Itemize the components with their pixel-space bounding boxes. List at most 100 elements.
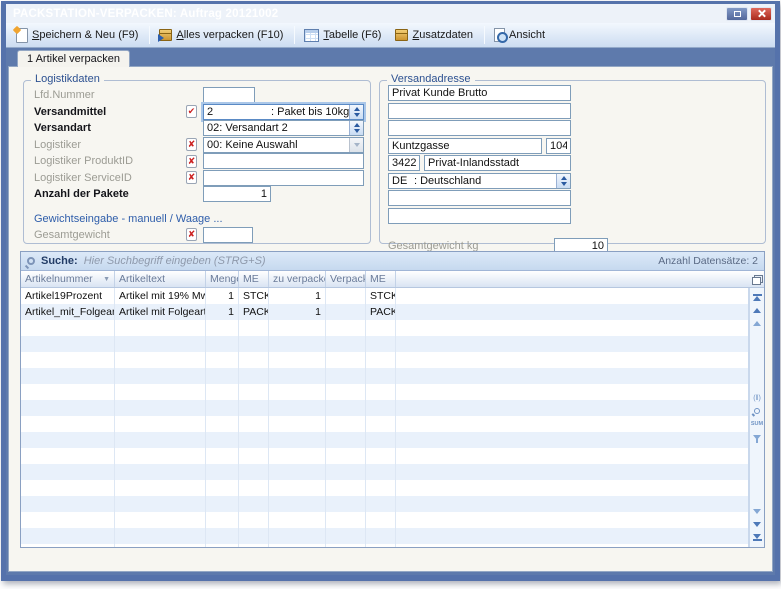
produktid-input[interactable] bbox=[203, 153, 364, 169]
extra-data-label: Zusatzdaten bbox=[412, 29, 473, 41]
gesamtgewicht-input[interactable] bbox=[203, 227, 253, 243]
cell-me1: STCK bbox=[239, 288, 269, 304]
gesamtgewicht-kg-label: Gesamtgewicht kg bbox=[388, 240, 554, 252]
page-down-icon[interactable] bbox=[753, 518, 761, 531]
summary-icon[interactable]: SUM bbox=[751, 418, 763, 431]
country-text: : Deutschland bbox=[414, 175, 481, 187]
spinner-icon[interactable] bbox=[349, 121, 363, 135]
last-row-icon[interactable] bbox=[753, 531, 762, 544]
filter-icon[interactable] bbox=[753, 431, 761, 444]
restore-button[interactable] bbox=[726, 7, 748, 21]
field-anzahl-pakete: Anzahl der Pakete bbox=[24, 186, 370, 203]
column-header-artikelnummer[interactable]: Artikelnummer ▼ bbox=[21, 271, 115, 287]
close-icon bbox=[757, 9, 766, 18]
groupbox-title: Versandadresse bbox=[387, 73, 475, 85]
lfd-nummer-input[interactable] bbox=[203, 87, 255, 103]
column-chooser-icon[interactable] bbox=[748, 271, 764, 287]
column-header-me1[interactable]: ME bbox=[239, 271, 269, 287]
spinner-icon[interactable] bbox=[349, 105, 363, 119]
view-button[interactable]: Ansicht bbox=[488, 25, 553, 45]
field-produktid: Logistiker ProduktID ✘ bbox=[24, 153, 370, 170]
versandmittel-code: 2 bbox=[207, 106, 213, 118]
view-label: Ansicht bbox=[509, 29, 545, 41]
table-button[interactable]: Tabelle (F6) bbox=[298, 26, 389, 45]
gesamtgewicht-label: Gesamtgewicht bbox=[34, 229, 186, 241]
versandmittel-label: Versandmittel bbox=[34, 106, 186, 118]
extra-data-button[interactable]: Zusatzdaten bbox=[389, 26, 481, 44]
page-up-icon[interactable] bbox=[753, 304, 761, 317]
pack-all-label: Alles verpacken (F10) bbox=[176, 29, 283, 41]
sort-desc-icon: ▼ bbox=[103, 276, 110, 283]
pack-all-button[interactable]: Alles verpacken (F10) bbox=[153, 26, 291, 44]
clear-x-icon[interactable]: ✘ bbox=[186, 171, 197, 184]
logistiker-dropdown[interactable]: 00: Keine Auswahl bbox=[203, 137, 364, 153]
address-extra1-input[interactable] bbox=[388, 190, 571, 206]
pack-box-icon bbox=[159, 29, 172, 41]
record-count-label: Anzahl Datensätze: 2 bbox=[658, 255, 758, 267]
address-housenr-input[interactable] bbox=[546, 138, 571, 154]
prev-row-icon[interactable] bbox=[753, 317, 761, 330]
table-row[interactable]: Artikel_mit_Folgeartikel Artikel mit Fol… bbox=[21, 304, 748, 320]
table-row-empty bbox=[21, 400, 748, 416]
search-label: Suche: bbox=[41, 255, 78, 267]
tab-artikel-verpacken[interactable]: 1 Artikel verpacken bbox=[17, 50, 130, 67]
app-window: PACKSTATION-VERPACKEN: Auftrag 20121002 … bbox=[1, 1, 780, 581]
search-row-icon[interactable] bbox=[754, 405, 760, 418]
produktid-label: Logistiker ProduktID bbox=[34, 155, 186, 167]
versandart-combo[interactable]: 02: Versandart 2 bbox=[203, 120, 364, 136]
address-street-input[interactable] bbox=[388, 138, 542, 154]
address-city-input[interactable] bbox=[424, 155, 571, 171]
next-row-icon[interactable] bbox=[753, 505, 761, 518]
table-row[interactable]: Artikel19Prozent Artikel mit 19% MwSt. 1… bbox=[21, 288, 748, 304]
clear-x-icon[interactable]: ✘ bbox=[186, 138, 197, 151]
cell-me2: PACK bbox=[366, 304, 396, 320]
serviceid-input[interactable] bbox=[203, 170, 364, 186]
cell-artikeltext: Artikel mit Folgeartikel bbox=[115, 304, 206, 320]
article-grid: Suche: Hier Suchbegriff eingeben (STRG+S… bbox=[20, 251, 765, 548]
address-name1-input[interactable] bbox=[388, 85, 571, 101]
anzahl-pakete-input[interactable] bbox=[203, 186, 271, 202]
clear-x-icon[interactable]: ✘ bbox=[186, 155, 197, 168]
country-combo[interactable]: DE : Deutschland bbox=[388, 173, 571, 189]
address-name2-input[interactable] bbox=[388, 103, 571, 119]
tab-page: Logistikdaten Lfd.Nummer Versandmittel ✔… bbox=[8, 66, 773, 572]
close-button[interactable] bbox=[750, 7, 772, 21]
table-row-empty bbox=[21, 528, 748, 544]
cell-artikelnummer: Artikel19Prozent bbox=[21, 288, 115, 304]
address-name3-input[interactable] bbox=[388, 120, 571, 136]
groupbox-logistikdaten: Logistikdaten Lfd.Nummer Versandmittel ✔… bbox=[23, 80, 371, 244]
field-serviceid: Logistiker ServiceID ✘ bbox=[24, 170, 370, 187]
column-header-verpackt[interactable]: Verpackt bbox=[326, 271, 366, 287]
cell-artikelnummer: Artikel_mit_Folgeartikel bbox=[21, 304, 115, 320]
groupbox-versandadresse: Versandadresse DE bbox=[379, 80, 766, 244]
search-bar[interactable]: Suche: Hier Suchbegriff eingeben (STRG+S… bbox=[21, 252, 764, 271]
dropdown-arrow-icon[interactable] bbox=[349, 138, 363, 152]
address-zip-input[interactable] bbox=[388, 155, 420, 171]
logistiker-value: 00: Keine Auswahl bbox=[207, 139, 298, 151]
table-row-empty bbox=[21, 544, 748, 547]
split-view-icon[interactable]: (‖) bbox=[753, 392, 761, 405]
cell-verpackt bbox=[326, 304, 366, 320]
search-input-hint[interactable]: Hier Suchbegriff eingeben (STRG+S) bbox=[84, 255, 659, 267]
column-header-artikeltext[interactable]: Artikeltext bbox=[115, 271, 206, 287]
serviceid-label: Logistiker ServiceID bbox=[34, 172, 186, 184]
first-row-icon[interactable] bbox=[753, 291, 762, 304]
extra-data-box-icon bbox=[395, 29, 408, 41]
toolbar-separator bbox=[484, 26, 485, 44]
anzahl-pakete-label: Anzahl der Pakete bbox=[34, 188, 186, 200]
versandmittel-text: : Paket bis 10kg bbox=[271, 106, 349, 118]
mandatory-check-icon[interactable]: ✔ bbox=[186, 105, 197, 118]
versandmittel-combo[interactable]: 2 : Paket bis 10kg bbox=[203, 104, 364, 120]
table-row-empty bbox=[21, 432, 748, 448]
column-header-me2[interactable]: ME bbox=[366, 271, 396, 287]
address-extra2-input[interactable] bbox=[388, 208, 571, 224]
new-document-icon bbox=[16, 28, 28, 43]
clear-x-icon[interactable]: ✘ bbox=[186, 228, 197, 241]
column-header-zu-verpacken[interactable]: zu verpacke bbox=[269, 271, 326, 287]
table-row-empty bbox=[21, 336, 748, 352]
table-row-empty bbox=[21, 320, 748, 336]
spinner-icon[interactable] bbox=[556, 174, 570, 188]
cell-zu-verpacken: 1 bbox=[269, 288, 326, 304]
save-new-button[interactable]: Speichern & Neu (F9) bbox=[10, 25, 146, 46]
column-header-menge[interactable]: Menge bbox=[206, 271, 239, 287]
